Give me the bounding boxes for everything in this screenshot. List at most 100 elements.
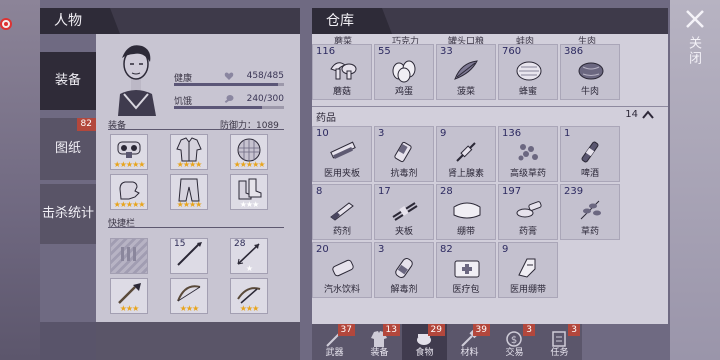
- item-count: 82: [440, 244, 453, 255]
- storage-panel: 仓库 蘑菜 巧克力 罐头口粮 蛙肉 生肉 116 蘑菇 55 鸡蛋 33 菠菜 …: [312, 8, 668, 360]
- tab-quests[interactable]: 3 任务: [537, 324, 582, 360]
- quickbar-stars: ★: [245, 264, 253, 273]
- item-name: 啤酒: [580, 169, 599, 179]
- item-name: 菠菜: [456, 87, 475, 97]
- medical-splint-icon: [330, 141, 356, 160]
- item-count: 28: [440, 186, 453, 197]
- quickbar-slot-shovel[interactable]: ★★★: [110, 278, 148, 314]
- tab-materials[interactable]: 39 材料: [447, 324, 492, 360]
- tab-label: 任务: [550, 348, 569, 358]
- item-beer[interactable]: 1 啤酒: [560, 126, 620, 182]
- quickbar-slot-locked[interactable]: [110, 238, 148, 274]
- equip-slot-stars: ★★★★★: [233, 160, 266, 169]
- tab-armor[interactable]: 13 装备: [357, 324, 402, 360]
- equip-slot-jacket[interactable]: ★★★★: [170, 134, 208, 170]
- quickbar-slot-crossbow[interactable]: ★★★: [230, 278, 268, 314]
- equip-slot-stars: ★★★★: [176, 200, 203, 209]
- tab-badge: 39: [472, 324, 490, 336]
- tab-trade[interactable]: $ 3 交易: [492, 324, 537, 360]
- blueprints-badge: 82: [76, 118, 96, 131]
- tab-kill-stats[interactable]: 击杀统计: [40, 184, 96, 244]
- quickbar-slot-spear[interactable]: 15: [170, 238, 208, 274]
- item-count: 17: [378, 186, 391, 197]
- item-medical-splint[interactable]: 10 医用夹板: [312, 126, 372, 182]
- close-icon[interactable]: [684, 8, 706, 30]
- item-herb[interactable]: 239 草药: [560, 184, 620, 240]
- item-honey[interactable]: 760 蜂蜜: [498, 44, 558, 100]
- character-side-tabs: 装备 图纸 82 击杀统计: [40, 34, 96, 322]
- tab-weapons[interactable]: 37 武器: [312, 324, 357, 360]
- item-name: 医用绷带: [509, 285, 546, 295]
- item-name: 鸡蛋: [394, 87, 413, 97]
- item-count: 197: [502, 186, 522, 197]
- egg-icon: [392, 60, 416, 83]
- item-name: 绷带: [456, 227, 475, 237]
- equip-slot-pants[interactable]: ★★★★: [170, 174, 208, 210]
- item-soda[interactable]: 20 汽水饮料: [312, 242, 372, 298]
- item-potion[interactable]: 8 药剂: [312, 184, 372, 240]
- tab-badge: 37: [337, 324, 355, 336]
- beef-icon: [578, 62, 604, 80]
- item-medical-bandage[interactable]: 9 医用绷带: [498, 242, 558, 298]
- tab-label: 装备: [370, 348, 389, 358]
- potion-icon: [330, 202, 354, 221]
- item-adrenaline[interactable]: 9 肾上腺素: [436, 126, 496, 182]
- item-detox[interactable]: 3 解毒剂: [374, 242, 434, 298]
- tab-equipment[interactable]: 装备: [40, 52, 96, 110]
- tab-food[interactable]: 29 食物: [402, 324, 447, 360]
- item-count: 3: [378, 244, 385, 255]
- item-bandage[interactable]: 28 绷带: [436, 184, 496, 240]
- quickbar-stars: ★★★: [119, 304, 140, 313]
- item-antidote[interactable]: 3 抗毒剂: [374, 126, 434, 182]
- quickbar-slot-bow[interactable]: ★★★: [170, 278, 208, 314]
- item-count: 9: [440, 128, 447, 139]
- equip-slot-gloves[interactable]: ★★★★★: [110, 174, 148, 210]
- item-count: 136: [502, 128, 522, 139]
- item-name: 草药: [580, 227, 599, 237]
- record-indicator-icon: [0, 18, 12, 30]
- item-ointment[interactable]: 197 药膏: [498, 184, 558, 240]
- item-name: 夹板: [394, 227, 413, 237]
- item-spinach[interactable]: 33 菠菜: [436, 44, 496, 100]
- drumstick-icon: [224, 95, 234, 103]
- item-egg[interactable]: 55 鸡蛋: [374, 44, 434, 100]
- equip-slot-boots[interactable]: ★★★: [230, 174, 268, 210]
- chevron-up-icon[interactable]: [642, 110, 654, 120]
- hunger-value: 240/300: [246, 94, 284, 104]
- storage-title: 仓库: [312, 8, 392, 34]
- item-name: 医疗包: [452, 285, 480, 295]
- item-name: 抗毒剂: [390, 169, 418, 179]
- tab-badge: 3: [568, 324, 580, 336]
- tab-blueprints-label: 图纸: [54, 141, 81, 156]
- splint-icon: [392, 202, 418, 221]
- character-header: 人物: [40, 8, 300, 34]
- background-left: [0, 0, 40, 360]
- quickbar-slot-arrow[interactable]: 28 ★: [230, 238, 268, 274]
- item-count: 20: [316, 244, 329, 255]
- close-button[interactable]: 关闭: [686, 36, 703, 66]
- medicine-category[interactable]: 药品 14: [312, 106, 668, 124]
- item-mushroom[interactable]: 116 蘑菇: [312, 44, 372, 100]
- item-count: 386: [564, 46, 584, 57]
- beer-icon: [581, 141, 599, 163]
- item-advanced-herb[interactable]: 136 高级草药: [498, 126, 558, 182]
- equip-slot-stars: ★★★★★: [113, 160, 146, 169]
- item-beef[interactable]: 386 牛肉: [560, 44, 620, 100]
- advanced-herb-icon: [518, 144, 538, 161]
- spear-icon: [177, 242, 202, 266]
- adrenaline-icon: [456, 142, 476, 162]
- equip-slot-helmet[interactable]: ★★★★★: [230, 134, 268, 170]
- mushroom-icon: [330, 62, 357, 80]
- equip-slot-stars: ★★★: [239, 200, 260, 209]
- item-name: 蜂蜜: [518, 87, 537, 97]
- item-count: 3: [378, 128, 385, 139]
- item-splint[interactable]: 17 夹板: [374, 184, 434, 240]
- equipment-divider: [108, 129, 284, 130]
- item-medkit[interactable]: 82 医疗包: [436, 242, 496, 298]
- tab-blueprints[interactable]: 图纸 82: [40, 118, 96, 180]
- storage-header: 仓库: [312, 8, 668, 34]
- character-panel: 人物 装备 图纸 82 击杀统计 健康 458/485 饥饿 240/300 装…: [40, 8, 300, 322]
- equip-slot-mask[interactable]: ★★★★★: [110, 134, 148, 170]
- item-name: 肾上腺素: [447, 169, 484, 179]
- item-name: 牛肉: [580, 87, 599, 97]
